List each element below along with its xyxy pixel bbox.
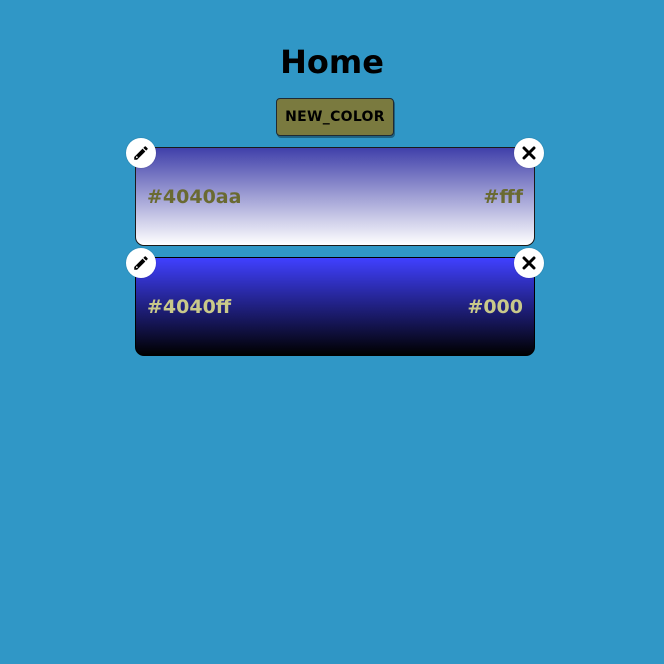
close-icon bbox=[522, 146, 536, 160]
edit-button[interactable] bbox=[126, 138, 156, 168]
new-color-button[interactable]: NEW_COLOR bbox=[276, 98, 394, 136]
color-gradient-card[interactable]: #4040aa #fff bbox=[135, 147, 535, 246]
color-gradient-card[interactable]: #4040ff #000 bbox=[135, 257, 535, 356]
pencil-icon bbox=[134, 146, 148, 160]
start-color-label: #4040ff bbox=[147, 295, 232, 318]
edit-button[interactable] bbox=[126, 248, 156, 278]
page-title: Home bbox=[280, 43, 384, 81]
end-color-label: #fff bbox=[483, 185, 523, 208]
end-color-label: #000 bbox=[467, 295, 523, 318]
close-icon bbox=[522, 256, 536, 270]
pencil-icon bbox=[134, 256, 148, 270]
delete-button[interactable] bbox=[514, 248, 544, 278]
delete-button[interactable] bbox=[514, 138, 544, 168]
start-color-label: #4040aa bbox=[147, 185, 242, 208]
